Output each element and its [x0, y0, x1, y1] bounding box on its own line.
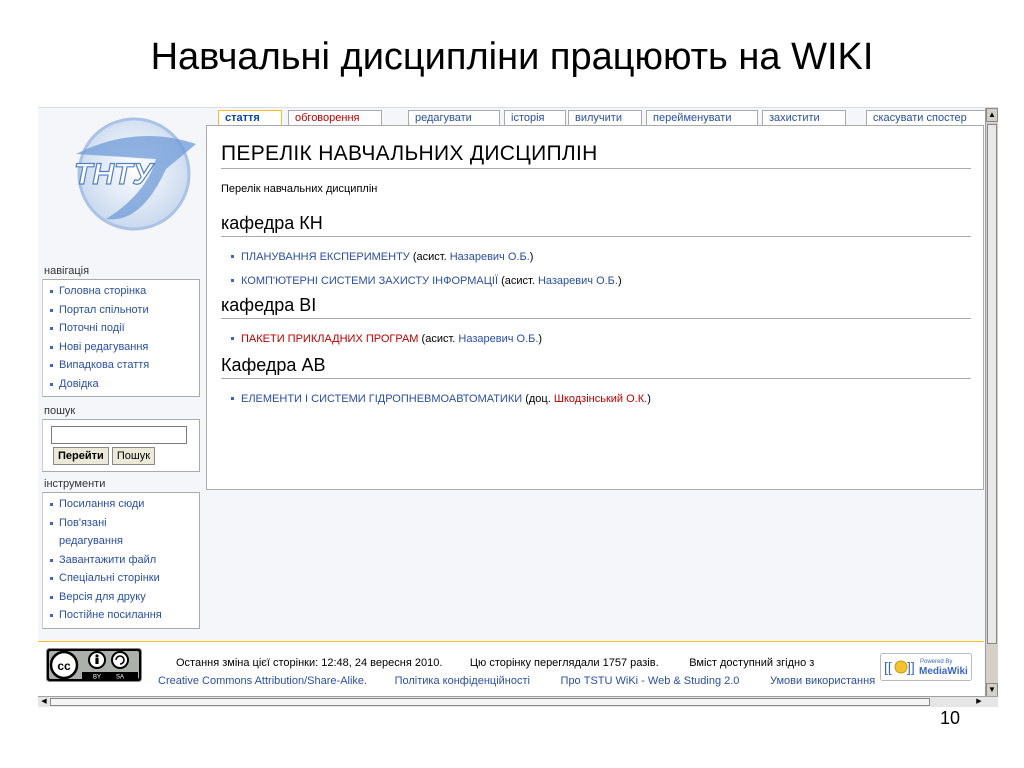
course-link-new[interactable]: ПАКЕТИ ПРИКЛАДНИХ ПРОГРАМ — [241, 333, 418, 345]
privacy-link[interactable]: Політика конфіденційності — [395, 675, 530, 687]
license-link[interactable]: Creative Commons Attribution/Share-Alike… — [158, 675, 367, 687]
teacher-link[interactable]: Назаревич О.Б. — [458, 333, 538, 345]
tools-portlet: Посилання сюди Пов'язані редагування Зав… — [42, 492, 200, 629]
svg-text:]]: ]] — [907, 659, 915, 675]
slide-title: Навчальні дисципліни працюють на WIKI — [150, 36, 874, 78]
license-prefix: Вміст доступний згідно з — [689, 657, 815, 669]
horizontal-scroll-thumb[interactable] — [50, 698, 930, 706]
nav-item-community-portal[interactable]: Портал спільноти — [49, 301, 195, 320]
tab-article[interactable]: стаття — [218, 110, 282, 126]
section-list-kn: ПЛАНУВАННЯ ЕКСПЕРИМЕНТУ (асист. Назареви… — [221, 245, 971, 293]
navigation-portlet: Головна сторінка Портал спільноти Поточн… — [42, 279, 200, 397]
section-heading-kn: кафедра КН — [221, 213, 971, 237]
page-subtitle: Перелік навчальних дисциплін — [221, 183, 378, 195]
course-link[interactable]: ЕЛЕМЕНТИ І СИСТЕМИ ГІДРОПНЕВМОАВТОМАТИКИ — [241, 393, 522, 405]
teacher-link[interactable]: Назаревич О.Б. — [450, 251, 530, 263]
course-link[interactable]: КОМП'ЮТЕРНІ СИСТЕМИ ЗАХИСТУ ІНФОРМАЦІЇ — [241, 275, 498, 287]
list-item: ПЛАНУВАННЯ ЕКСПЕРИМЕНТУ (асист. Назареви… — [231, 245, 971, 269]
tab-unwatch[interactable]: скасувати спостер — [866, 110, 986, 126]
list-item: КОМП'ЮТЕРНІ СИСТЕМИ ЗАХИСТУ ІНФОРМАЦІЇ (… — [231, 269, 971, 293]
tool-special-pages[interactable]: Спеціальні сторінки — [49, 569, 195, 588]
tab-delete[interactable]: вилучити — [568, 110, 642, 126]
search-button[interactable]: Пошук — [111, 447, 156, 465]
tools-heading: інструменти — [44, 478, 106, 490]
tool-permanent-link[interactable]: Постійне посилання — [49, 606, 195, 625]
tab-discussion[interactable]: обговорення — [288, 110, 382, 126]
site-logo[interactable]: ТНТУ — [46, 114, 216, 264]
section-list-av: ЕЛЕМЕНТИ І СИСТЕМИ ГІДРОПНЕВМОАВТОМАТИКИ… — [221, 387, 971, 411]
nav-item-recent-changes[interactable]: Нові редагування — [49, 338, 195, 357]
mediawiki-label: MediaWiki — [919, 666, 968, 677]
vertical-scroll-thumb[interactable] — [987, 124, 997, 644]
search-heading: пошук — [44, 405, 76, 417]
scroll-left-icon[interactable]: ◀ — [38, 697, 50, 707]
vertical-scrollbar[interactable]: ▲ ▼ — [985, 108, 998, 697]
section-list-vi: ПАКЕТИ ПРИКЛАДНИХ ПРОГРАМ (асист. Назаре… — [221, 327, 971, 351]
section-heading-av: Кафедра АВ — [221, 355, 971, 379]
nav-item-current-events[interactable]: Поточні події — [49, 319, 195, 338]
tab-move[interactable]: перейменувати — [646, 110, 758, 126]
horizontal-scrollbar[interactable]: ◀ ▶ — [38, 696, 998, 707]
tab-protect[interactable]: захистити — [762, 110, 846, 126]
tool-related-changes[interactable]: Пов'язані редагування — [49, 514, 139, 551]
tool-printable-version[interactable]: Версія для друку — [49, 588, 195, 607]
search-input[interactable] — [51, 426, 187, 444]
section-heading-vi: кафедра ВІ — [221, 295, 971, 319]
scroll-down-icon[interactable]: ▼ — [986, 683, 998, 697]
tab-edit[interactable]: редагувати — [408, 110, 500, 126]
navigation-heading: навігація — [44, 265, 90, 277]
tab-history[interactable]: історія — [504, 110, 566, 126]
nav-item-main-page[interactable]: Головна сторінка — [49, 282, 195, 301]
teacher-role: доц. — [528, 393, 551, 405]
powered-by-label: Powered By — [920, 659, 952, 665]
list-item: ЕЛЕМЕНТИ І СИСТЕМИ ГІДРОПНЕВМОАВТОМАТИКИ… — [231, 387, 971, 411]
teacher-role: асист. — [425, 333, 456, 345]
about-link[interactable]: Про TSTU WiKi - Web & Studing 2.0 — [561, 675, 740, 687]
teacher-role: асист. — [504, 275, 535, 287]
go-button[interactable]: Перейти — [53, 447, 109, 465]
scroll-right-icon[interactable]: ▶ — [973, 697, 985, 707]
list-item: ПАКЕТИ ПРИКЛАДНИХ ПРОГРАМ (асист. Назаре… — [231, 327, 971, 351]
tool-upload-file[interactable]: Завантажити файл — [49, 551, 195, 570]
scroll-up-icon[interactable]: ▲ — [986, 108, 998, 122]
terms-link[interactable]: Умови використання — [770, 675, 875, 687]
logo-text: ТНТУ — [74, 158, 155, 191]
view-count: Цю сторінку переглядали 1757 разів. — [469, 657, 659, 669]
course-link[interactable]: ПЛАНУВАННЯ ЕКСПЕРИМЕНТУ — [241, 251, 410, 263]
search-portlet: Перейти Пошук — [42, 419, 200, 472]
page-footer: cc BY SA Остання зміна цієї сторінки: 12… — [38, 641, 984, 697]
svg-text:[[: [[ — [884, 659, 892, 675]
last-modified: Остання зміна цієї сторінки: 12:48, 24 в… — [176, 657, 443, 669]
mediawiki-badge[interactable]: [[ ]] Powered By MediaWiki — [880, 653, 972, 681]
tool-what-links-here[interactable]: Посилання сюди — [49, 495, 195, 514]
content-area: ПЕРЕЛІК НАВЧАЛЬНИХ ДИСЦИПЛІН Перелік нав… — [206, 125, 984, 490]
teacher-link[interactable]: Назаревич О.Б. — [538, 275, 618, 287]
cc-license-badge[interactable]: cc BY SA — [46, 648, 142, 682]
nav-item-random-article[interactable]: Випадкова стаття — [49, 356, 195, 375]
footer-text: Остання зміна цієї сторінки: 12:48, 24 в… — [158, 654, 875, 690]
sidebar: навігація Головна сторінка Портал спільн… — [42, 263, 200, 629]
page-title: ПЕРЕЛІК НАВЧАЛЬНИХ ДИСЦИПЛІН — [221, 142, 971, 169]
browser-window: ТНТУ стаття обговорення редагувати істор… — [38, 107, 998, 707]
teacher-link-new[interactable]: Шкодзінський О.К. — [554, 393, 647, 405]
slide-number: 10 — [939, 708, 960, 728]
nav-item-help[interactable]: Довідка — [49, 375, 195, 394]
cc-by-label: BY — [93, 675, 101, 681]
teacher-role: асист. — [416, 251, 447, 263]
cc-sa-label: SA — [116, 675, 124, 681]
svg-text:cc: cc — [57, 659, 71, 673]
